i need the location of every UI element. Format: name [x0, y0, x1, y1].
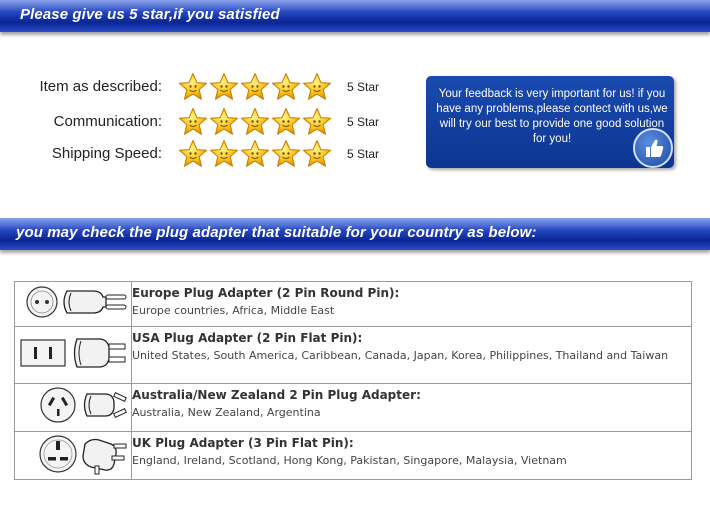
plug-info: USA Plug Adapter (2 Pin Flat Pin): Unite… — [131, 326, 692, 384]
table-row: Europe Plug Adapter (2 Pin Round Pin): E… — [14, 281, 692, 327]
star-icon[interactable] — [240, 107, 270, 137]
plug-title: USA Plug Adapter (2 Pin Flat Pin): — [132, 331, 363, 345]
rating-label: Item as described: — [39, 78, 162, 95]
plug-countries: Australia, New Zealand, Argentina — [132, 406, 321, 419]
rating-row-communication: Communication: 5 Star — [0, 107, 420, 139]
star-icon[interactable] — [302, 139, 332, 169]
plug-banner: you may check the plug adapter that suit… — [0, 218, 710, 250]
rating-label: Shipping Speed: — [51, 145, 162, 162]
plug-adapter-table: Europe Plug Adapter (2 Pin Round Pin): E… — [14, 281, 692, 480]
star-icon[interactable] — [209, 72, 239, 102]
star-icon[interactable] — [271, 139, 301, 169]
feedback-text: Your feedback is very important for us! … — [436, 88, 668, 145]
plug-title: Australia/New Zealand 2 Pin Plug Adapter… — [132, 388, 421, 402]
plug-countries: United States, South America, Caribbean,… — [132, 349, 669, 362]
plug-countries: England, Ireland, Scotland, Hong Kong, P… — [132, 454, 567, 467]
plug-countries: Europe countries, Africa, Middle East — [132, 304, 335, 317]
plug-info: UK Plug Adapter (3 Pin Flat Pin): Englan… — [131, 431, 692, 480]
plug-title: Europe Plug Adapter (2 Pin Round Pin): — [132, 286, 400, 300]
rating-banner: Please give us 5 star,if you satisfied — [0, 0, 710, 32]
uk-plug-icon — [14, 431, 132, 480]
table-row: UK Plug Adapter (3 Pin Flat Pin): Englan… — [14, 431, 692, 480]
star-icon[interactable] — [271, 107, 301, 137]
rating-label: Communication: — [53, 113, 162, 130]
plug-info: Europe Plug Adapter (2 Pin Round Pin): E… — [131, 281, 692, 327]
star-icon[interactable] — [240, 72, 270, 102]
feedback-box: Your feedback is very important for us! … — [426, 76, 674, 168]
star-icon[interactable] — [209, 107, 239, 137]
australia-plug-icon — [14, 383, 132, 432]
table-row: Australia/New Zealand 2 Pin Plug Adapter… — [14, 383, 692, 432]
rating-value: 5 Star — [347, 115, 380, 129]
star-icon[interactable] — [271, 72, 301, 102]
plug-title: UK Plug Adapter (3 Pin Flat Pin): — [132, 436, 354, 450]
plug-banner-text: you may check the plug adapter that suit… — [16, 224, 537, 241]
star-icon[interactable] — [302, 107, 332, 137]
europe-plug-icon — [14, 281, 132, 327]
star-icon[interactable] — [240, 139, 270, 169]
star-icon[interactable] — [209, 139, 239, 169]
rating-row-shipping-speed: Shipping Speed: 5 Star — [0, 139, 420, 171]
rating-row-item-described: Item as described: 5 Star — [0, 72, 420, 104]
rating-banner-text: Please give us 5 star,if you satisfied — [20, 6, 280, 23]
usa-plug-icon — [14, 326, 132, 384]
star-icon[interactable] — [178, 107, 208, 137]
plug-info: Australia/New Zealand 2 Pin Plug Adapter… — [131, 383, 692, 432]
rating-value: 5 Star — [347, 147, 380, 161]
star-icon[interactable] — [302, 72, 332, 102]
star-icon[interactable] — [178, 139, 208, 169]
table-row: USA Plug Adapter (2 Pin Flat Pin): Unite… — [14, 326, 692, 384]
thumbs-up-icon — [633, 128, 673, 168]
star-icon[interactable] — [178, 72, 208, 102]
rating-value: 5 Star — [347, 80, 380, 94]
